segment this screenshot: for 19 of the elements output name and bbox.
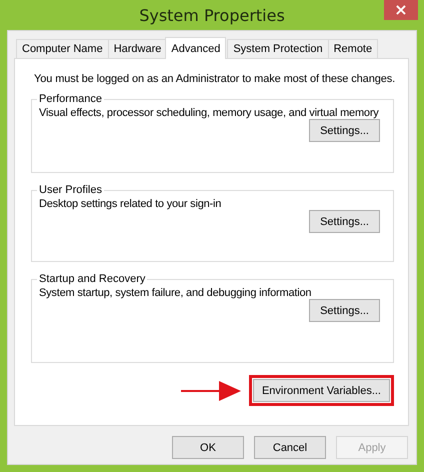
settings-button[interactable]: Settings... [309,210,380,233]
group-description: System startup, system failure, and debugging information [39,287,312,299]
environment-variables-button[interactable]: Environment Variables... [252,379,390,402]
tab[interactable]: Remote [328,39,378,58]
window-title: System Properties [139,5,285,25]
settings-button[interactable]: Settings... [309,119,380,142]
tab[interactable]: Advanced [165,37,226,59]
group-title: Startup and Recovery [38,273,146,285]
group-title: User Profiles [38,184,103,196]
group-title: Performance [38,93,103,105]
group-description: Desktop settings related to your sign-in [39,198,222,210]
dialog-button[interactable]: Cancel [254,436,326,459]
dialog-button[interactable]: OK [172,436,244,459]
notice-text: You must be logged on as an Administrator to make most of these changes. [33,73,394,85]
tab[interactable]: Computer Name [16,39,109,58]
close-button[interactable]: × [384,0,418,20]
tab[interactable]: System Protection [227,39,329,58]
settings-button[interactable]: Settings... [309,299,380,322]
group-description: Visual effects, processor scheduling, memory usage, and virtual memory [39,107,380,119]
